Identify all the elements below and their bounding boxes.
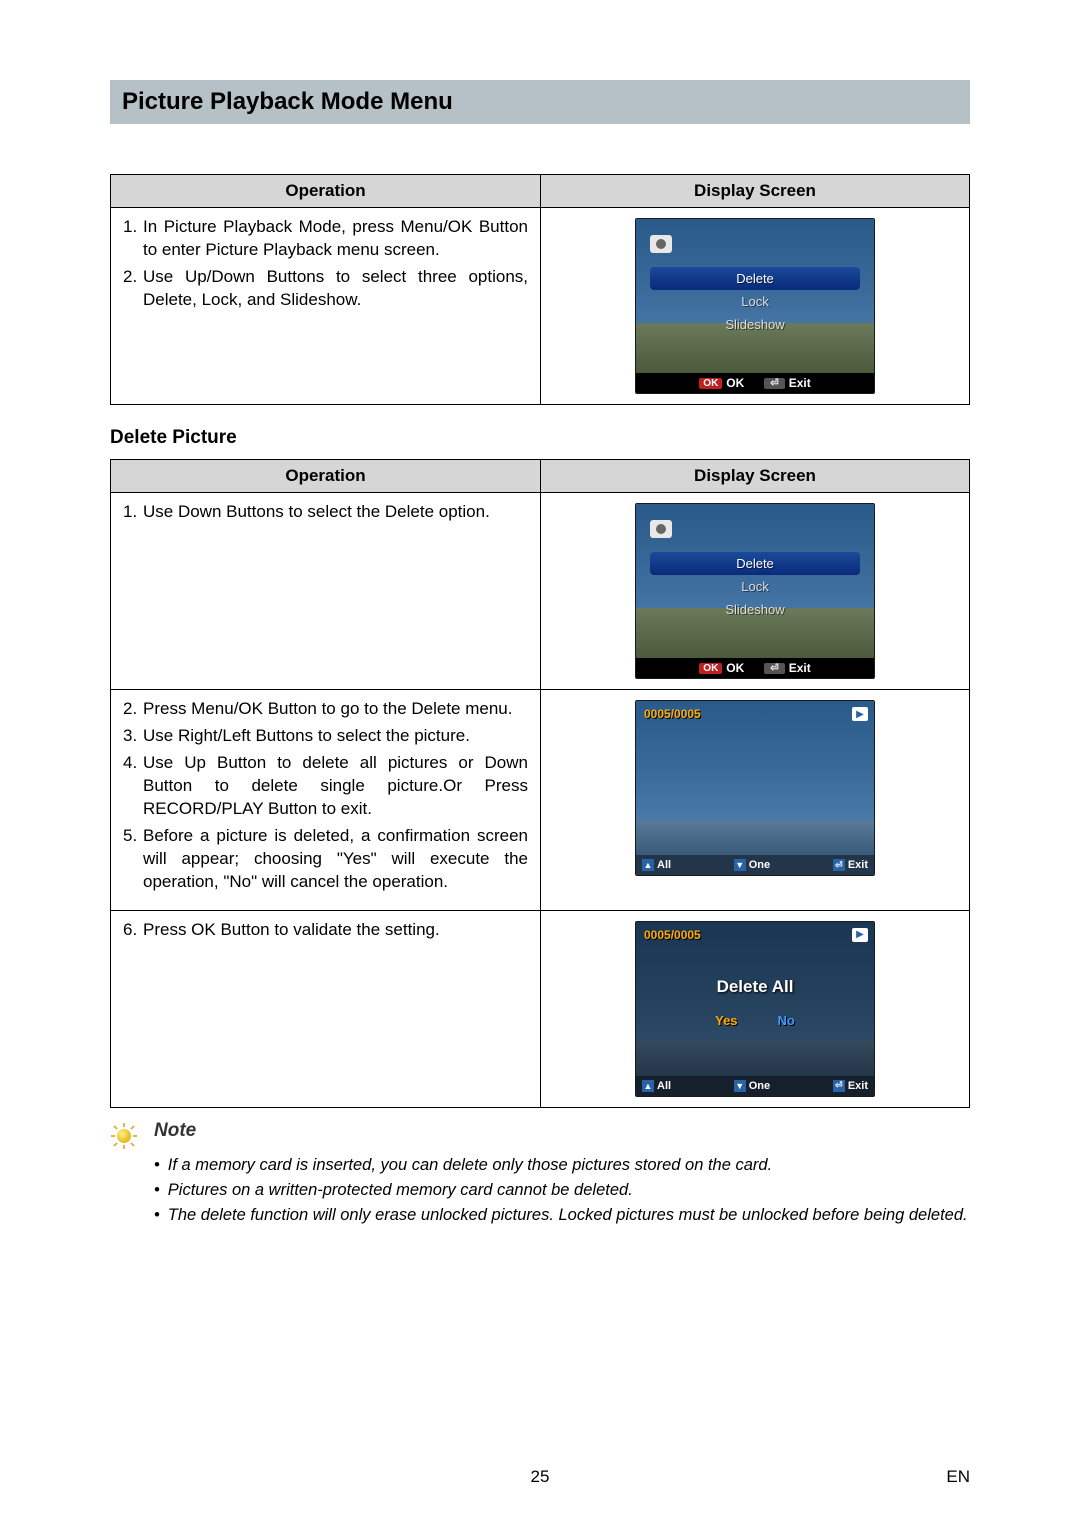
page: Picture Playback Mode Menu Operation Dis… — [0, 0, 1080, 1527]
note-title: Note — [154, 1120, 196, 1142]
subheading-delete-picture: Delete Picture — [110, 427, 970, 449]
footer-exit-label: Exit — [789, 661, 811, 675]
operation-step-1: 1.Use Down Buttons to select the Delete … — [111, 493, 540, 540]
footer-ok-label: OK — [726, 376, 744, 390]
operation-step-6: 6.Press OK Button to validate the settin… — [111, 911, 540, 958]
col-header-display-screen: Display Screen — [541, 460, 970, 493]
display-screen-menu: Delete Lock Slideshow OKOK ⏎Exit — [635, 218, 875, 394]
page-heading: Picture Playback Mode Menu — [110, 80, 970, 124]
menu-item-delete: Delete — [650, 552, 860, 575]
menu-item-slideshow: Slideshow — [650, 598, 860, 621]
footer-all-label: All — [657, 859, 671, 871]
camera-icon — [650, 520, 672, 538]
note-item: Pictures on a written-protected memory c… — [168, 1181, 633, 1200]
footer-one-label: One — [749, 859, 770, 871]
footer-all-label: All — [657, 1080, 671, 1092]
dialog-no: No — [778, 1013, 795, 1028]
operation-steps: 1.In Picture Playback Mode, press Menu/O… — [111, 208, 540, 328]
display-screen-picture-select: 0005/0005 ▶ ▲All ▼One ⏎Exit — [635, 700, 875, 876]
col-header-operation: Operation — [111, 175, 541, 208]
menu-item-lock: Lock — [650, 290, 860, 313]
footer-exit-label: Exit — [789, 376, 811, 390]
note-list: If a memory card is inserted, you can de… — [154, 1156, 970, 1225]
menu-item-lock: Lock — [650, 575, 860, 598]
footer-exit-label: Exit — [848, 859, 868, 871]
display-screen-confirm-delete: 0005/0005 ▶ Delete All Yes No ▲All ▼One — [635, 921, 875, 1097]
menu-item-slideshow: Slideshow — [650, 313, 860, 336]
camera-icon — [650, 235, 672, 253]
dialog-yes: Yes — [715, 1013, 737, 1028]
col-header-display-screen: Display Screen — [541, 175, 970, 208]
page-number: 25 — [531, 1467, 550, 1487]
note-item: If a memory card is inserted, you can de… — [168, 1156, 772, 1175]
note-section: Note — [110, 1120, 970, 1150]
page-footer: 25 EN — [110, 1467, 970, 1487]
footer-exit-label: Exit — [848, 1080, 868, 1092]
operation-table-2: Operation Display Screen 1.Use Down Butt… — [110, 459, 970, 1108]
lightbulb-icon — [110, 1122, 138, 1150]
picture-counter: 0005/0005 — [644, 707, 701, 721]
footer-ok-label: OK — [726, 661, 744, 675]
operation-steps-2-5: 2.Press Menu/OK Button to go to the Dele… — [111, 690, 540, 910]
playback-icon: ▶ — [852, 707, 868, 721]
picture-counter: 0005/0005 — [644, 928, 701, 942]
footer-one-label: One — [749, 1080, 770, 1092]
col-header-operation: Operation — [111, 460, 541, 493]
note-item: The delete function will only erase unlo… — [168, 1206, 968, 1225]
menu-item-delete: Delete — [650, 267, 860, 290]
page-language: EN — [946, 1467, 970, 1487]
dialog-title: Delete All — [666, 977, 844, 997]
operation-table-1: Operation Display Screen 1.In Picture Pl… — [110, 174, 970, 405]
display-screen-delete-selected: Delete Lock Slideshow OKOK ⏎Exit — [635, 503, 875, 679]
playback-icon: ▶ — [852, 928, 868, 942]
